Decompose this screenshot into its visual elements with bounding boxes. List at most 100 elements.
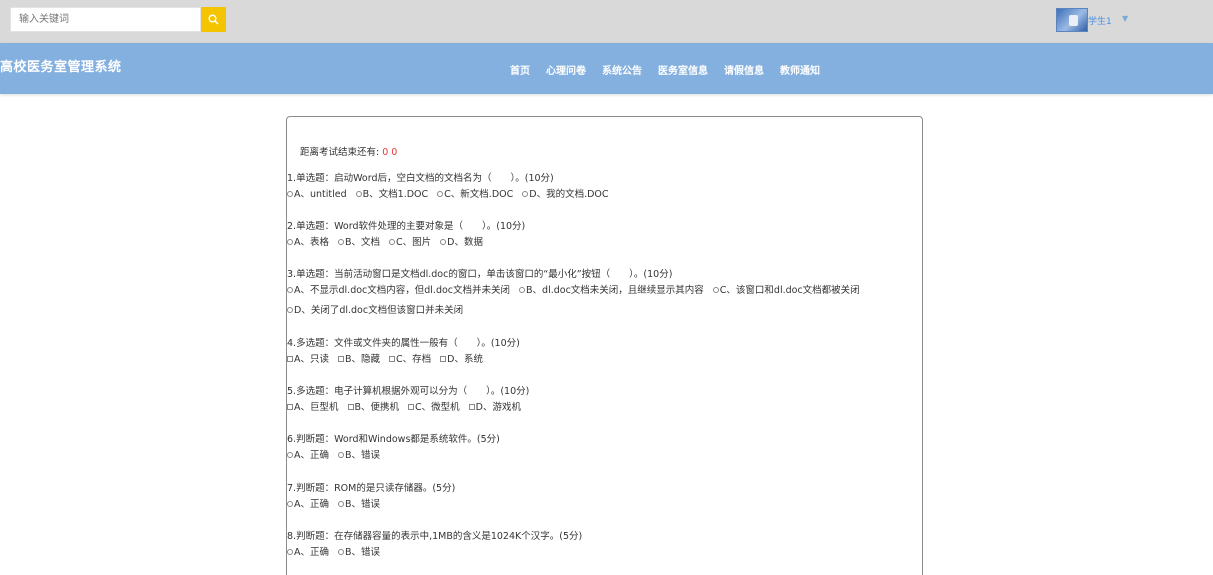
question-options: A、表格 B、文档 C、图片 D、数据 [287,235,525,251]
radio-icon[interactable] [338,549,344,555]
search-icon [208,14,219,25]
avatar[interactable] [1056,8,1088,32]
option-label: A、巨型机 [294,402,339,413]
nav-item-psych-survey[interactable]: 心理问卷 [546,62,586,77]
option-c[interactable]: C、图片 [389,235,431,251]
option-label: B、文档1.DOC [362,189,429,200]
option-b[interactable]: B、错误 [338,448,380,464]
option-a[interactable]: A、巨型机 [287,400,339,416]
radio-icon[interactable] [440,239,447,245]
option-b[interactable]: B、错误 [338,545,380,561]
option-d[interactable]: D、我的文档.DOC [522,187,609,203]
radio-icon[interactable] [522,191,529,197]
search-button[interactable] [201,7,226,32]
option-b[interactable]: B、便携机 [347,400,400,416]
radio-icon[interactable] [287,287,293,293]
option-label: D、关闭了dl.doc文档但该窗口并未关闭 [294,305,464,316]
question-options: A、正确 B、错误 [287,497,455,513]
radio-icon[interactable] [437,191,444,197]
checkbox-icon[interactable] [347,404,354,410]
question-1: 1.单选题：启动Word后，空白文档的文档名为（ ）。(10分) A、untitl… [287,172,618,203]
radio-icon[interactable] [712,287,719,293]
question-options: A、只读 B、隐藏 C、存档 D、系统 [287,352,520,368]
option-label: B、文档 [345,237,381,248]
question-options: A、正确 B、错误 [287,545,582,561]
option-c[interactable]: C、微型机 [408,400,460,416]
option-label: A、正确 [294,450,329,461]
question-6: 6.判断题：Word和Windows都是系统软件。(5分) A、正确 B、错误 [287,433,500,464]
radio-icon[interactable] [338,452,344,458]
option-c[interactable]: C、新文档.DOC [437,187,513,203]
checkbox-icon[interactable] [338,356,344,362]
username[interactable]: 学生1 [1088,14,1112,27]
nav-item-home[interactable]: 首页 [510,62,530,77]
search-input[interactable] [10,7,201,32]
checkbox-icon[interactable] [389,356,396,362]
option-b[interactable]: B、隐藏 [338,352,380,368]
option-a[interactable]: A、不显示dl.doc文档内容，但dl.doc文档并未关闭 [287,283,510,299]
radio-icon[interactable] [519,287,526,293]
top-bar: 学生1 ▼ [0,0,1213,43]
nav-item-teacher-notices[interactable]: 教师通知 [780,62,820,77]
nav-item-leave-info[interactable]: 请假信息 [724,62,764,77]
radio-icon[interactable] [338,239,344,245]
question-title: 5.多选题：电子计算机根据外观可以分为（ ）。(10分) [287,386,530,397]
question-7: 7.判断题：ROM的是只读存储器。(5分) A、正确 B、错误 [287,482,455,513]
question-options: A、不显示dl.doc文档内容，但dl.doc文档并未关闭 B、dl.doc文档未… [287,283,869,319]
radio-icon[interactable] [287,549,293,555]
checkbox-icon[interactable] [287,404,293,410]
option-label: A、只读 [294,354,329,365]
option-label: D、我的文档.DOC [529,189,609,200]
option-b[interactable]: B、错误 [338,497,380,513]
nav-item-clinic-info[interactable]: 医务室信息 [658,62,708,77]
option-label: B、错误 [345,499,381,510]
option-label: B、错误 [345,450,381,461]
option-c[interactable]: C、该窗口和dl.doc文档都被关闭 [712,283,860,299]
countdown-timer: 0 0 [382,147,398,158]
radio-icon[interactable] [287,307,293,313]
radio-icon[interactable] [389,239,396,245]
option-label: C、图片 [396,237,432,248]
option-label: D、数据 [447,237,483,248]
option-d[interactable]: D、系统 [440,352,483,368]
option-d[interactable]: D、游戏机 [468,400,521,416]
nav-item-announcements[interactable]: 系统公告 [602,62,642,77]
radio-icon[interactable] [287,501,293,507]
question-title: 4.多选题：文件或文件夹的属性一般有（ ）。(10分) [287,338,520,349]
question-title: 6.判断题：Word和Windows都是系统软件。(5分) [287,434,500,445]
question-4: 4.多选题：文件或文件夹的属性一般有（ ）。(10分) A、只读 B、隐藏 C、存档 D… [287,337,520,368]
option-d[interactable]: D、数据 [440,235,483,251]
option-b[interactable]: B、文档1.DOC [355,187,429,203]
countdown: 距离考试结束还有: 0 0 [300,144,397,158]
checkbox-icon[interactable] [408,404,415,410]
chevron-down-icon[interactable]: ▼ [1122,14,1128,23]
question-8: 8.判断题：在存储器容量的表示中,1MB的含义是1024K个汉字。(5分) A、正… [287,530,582,561]
checkbox-icon[interactable] [440,356,447,362]
question-title: 2.单选题：Word软件处理的主要对象是（ ）。(10分) [287,221,526,232]
option-a[interactable]: A、untitled [287,187,347,203]
radio-icon[interactable] [287,452,293,458]
radio-icon[interactable] [287,191,293,197]
option-a[interactable]: A、正确 [287,448,329,464]
option-c[interactable]: C、存档 [389,352,431,368]
checkbox-icon[interactable] [287,356,293,362]
option-label: B、便携机 [354,402,400,413]
option-b[interactable]: B、文档 [338,235,380,251]
checkbox-icon[interactable] [468,404,475,410]
nav-links: 首页 心理问卷 系统公告 医务室信息 请假信息 教师通知 [510,62,836,77]
question-options: A、正确 B、错误 [287,448,500,464]
radio-icon[interactable] [355,191,362,197]
radio-icon[interactable] [338,501,344,507]
option-label: C、该窗口和dl.doc文档都被关闭 [719,285,860,296]
question-options: A、untitled B、文档1.DOC C、新文档.DOC D、我的文档.DOC [287,187,618,203]
option-a[interactable]: A、正确 [287,545,329,561]
option-label: C、存档 [396,354,432,365]
option-a[interactable]: A、表格 [287,235,329,251]
option-d[interactable]: D、关闭了dl.doc文档但该窗口并未关闭 [287,303,860,319]
option-label: A、正确 [294,547,329,558]
question-3: 3.单选题：当前活动窗口是文档dl.doc的窗口，单击该窗口的“最小化”按钮（ … [287,268,869,319]
radio-icon[interactable] [287,239,293,245]
option-a[interactable]: A、正确 [287,497,329,513]
option-a[interactable]: A、只读 [287,352,329,368]
option-b[interactable]: B、dl.doc文档未关闭，且继续显示其内容 [519,283,704,299]
